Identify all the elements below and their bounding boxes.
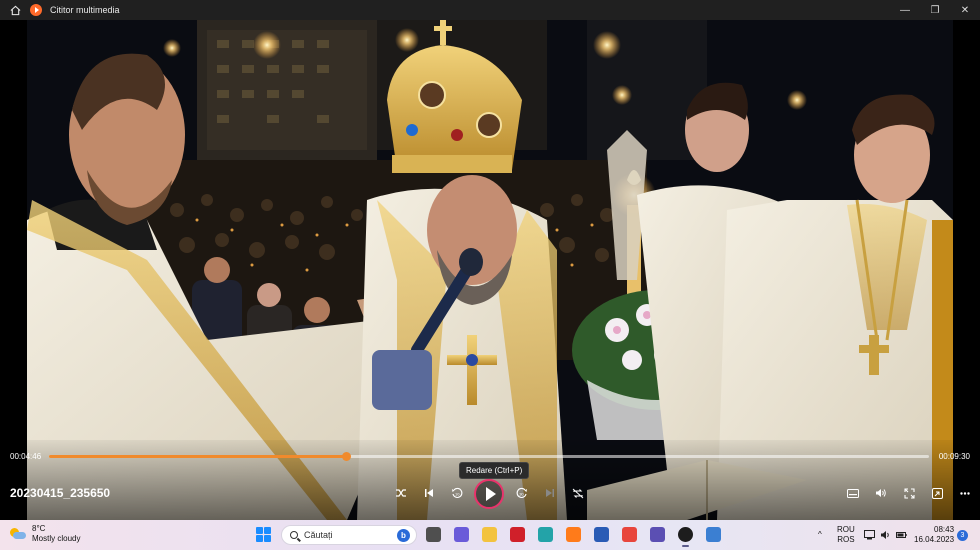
total-time: 00:09:30 [938,452,970,461]
more-icon [960,491,970,495]
chrome-app[interactable] [622,527,637,542]
search-icon [290,531,298,539]
next-button[interactable] [541,484,559,502]
shuffle-icon [396,489,406,497]
start-button[interactable] [256,527,271,542]
file-explorer-app[interactable] [482,527,497,542]
title-bar: Cititor multimedia — ❐ ✕ [0,0,980,20]
battery-icon[interactable] [896,530,907,540]
forward-30-icon: 30 [516,487,527,498]
system-clock[interactable]: 08:43 16.04.2023 [914,525,954,545]
language-indicator[interactable]: ROU ROS [837,525,855,545]
subtitles-button[interactable] [844,484,862,502]
weather-temperature: 8°C [32,524,46,533]
widgets-app[interactable] [426,527,441,542]
weather-description: Mostly cloudy [32,534,81,543]
repeat-button[interactable] [569,484,587,502]
rewind-button[interactable]: 10 [448,484,466,502]
edge-app[interactable] [538,527,553,542]
window-title: Cititor multimedia [50,5,120,15]
clock-time: 08:43 [934,525,955,534]
antivirus-app[interactable] [510,527,525,542]
play-tooltip: Redare (Ctrl+P) [459,462,530,479]
minimize-button[interactable]: — [890,0,920,20]
clock-date: 16.04.2023 [914,535,955,544]
weather-widget[interactable]: 8°C Mostly cloudy [10,524,80,544]
repeat-off-icon [572,488,584,498]
subtitles-icon [847,488,859,498]
taskbar-search[interactable]: Căutați b [281,525,417,545]
shuffle-button[interactable] [392,484,410,502]
app-logo-icon [30,4,42,16]
keyboard-layout: ROS [837,535,855,544]
media-player-app[interactable] [678,527,693,547]
notification-badge[interactable]: 3 [957,530,968,541]
close-button[interactable]: ✕ [950,0,980,20]
home-icon [10,5,20,15]
seek-bar[interactable] [49,452,929,461]
maximize-button[interactable]: ❐ [920,0,950,20]
network-icon[interactable] [864,530,875,540]
show-hidden-icons-button[interactable]: ^ [818,530,829,540]
playback-controls: 00:04:46 00:09:30 Redare (Ctrl+P) 202304… [0,440,980,520]
previous-icon [425,489,433,497]
more-button[interactable] [956,484,974,502]
media-player-window: Cititor multimedia — ❐ ✕ 00:04:46 00:09:… [0,0,980,520]
fullscreen-icon [903,487,915,499]
partly-cloudy-icon [10,528,26,540]
search-placeholder: Căutați [304,530,333,540]
miniplayer-button[interactable] [928,484,946,502]
fullscreen-button[interactable] [900,484,918,502]
save-app[interactable] [650,527,665,542]
media-title: 20230415_235650 [10,486,111,500]
volume-icon [876,489,886,497]
word-app[interactable] [594,527,609,542]
seek-bar-progress [49,455,346,458]
svg-text:10: 10 [455,492,460,497]
volume-button[interactable] [872,484,890,502]
taskbar: 8°C Mostly cloudy Căutați b ^ ROU ROS 08… [0,520,980,550]
play-button[interactable] [474,479,504,509]
speaker-icon[interactable] [880,530,891,540]
browser-app[interactable] [706,527,721,542]
seek-bar-thumb[interactable] [341,452,351,461]
language-code: ROU [837,525,855,534]
next-icon [546,489,554,497]
current-time: 00:04:46 [10,452,42,461]
forward-button[interactable]: 30 [513,484,531,502]
previous-button[interactable] [420,484,438,502]
miniplayer-icon [931,487,943,499]
windows-logo-icon [256,527,263,534]
svg-text:30: 30 [519,492,524,497]
chat-app[interactable] [454,527,469,542]
home-button[interactable] [0,0,30,20]
rewind-10-icon: 10 [452,487,463,498]
firefox-app[interactable] [566,527,581,542]
bing-icon: b [397,529,410,542]
